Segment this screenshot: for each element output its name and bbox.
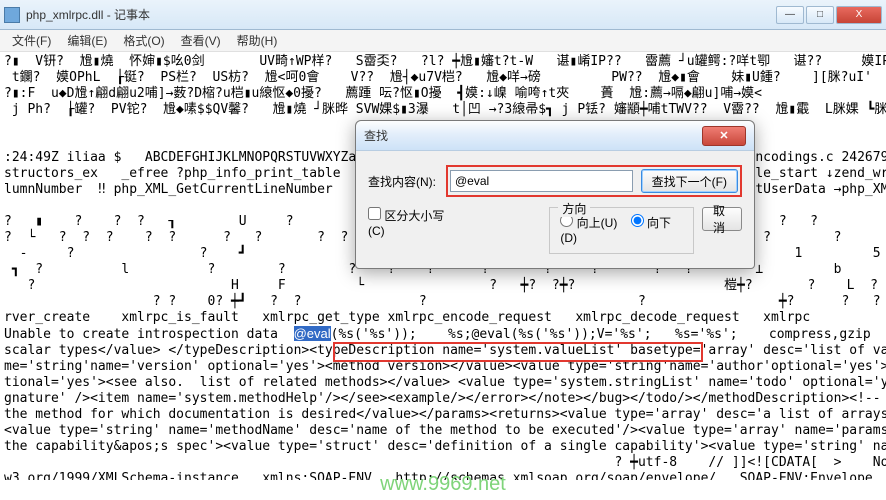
direction-legend: 方向 bbox=[558, 200, 590, 217]
selected-text: @eval bbox=[294, 326, 331, 341]
menu-bar: 文件(F) 编辑(E) 格式(O) 查看(V) 帮助(H) bbox=[0, 30, 886, 52]
close-button[interactable]: X bbox=[836, 6, 882, 24]
find-content-label: 查找内容(N): bbox=[368, 173, 446, 190]
direction-up-option[interactable]: 向上(U) bbox=[560, 216, 617, 230]
direction-down-radio[interactable] bbox=[631, 214, 644, 227]
minimize-button[interactable]: — bbox=[776, 6, 804, 24]
menu-format[interactable]: 格式(O) bbox=[115, 30, 172, 51]
cancel-button[interactable]: 取消 bbox=[702, 207, 742, 231]
find-content-input[interactable] bbox=[450, 170, 633, 192]
menu-view[interactable]: 查看(V) bbox=[173, 30, 229, 51]
menu-edit[interactable]: 编辑(E) bbox=[59, 30, 115, 51]
window-title: php_xmlrpc.dll - 记事本 bbox=[26, 6, 774, 23]
menu-file[interactable]: 文件(F) bbox=[4, 30, 59, 51]
direction-group: 方向 向上(U) 向下(D) bbox=[549, 207, 694, 254]
watermark-text: www.9969.net bbox=[0, 473, 886, 496]
maximize-button[interactable]: □ bbox=[806, 6, 834, 24]
match-case-checkbox[interactable] bbox=[368, 207, 381, 220]
find-dialog: 查找 ✕ 查找内容(N): 查找下一个(F) 区分大小写(C) 方向 向上(U)… bbox=[355, 120, 755, 269]
dialog-title: 查找 bbox=[364, 127, 702, 144]
app-icon bbox=[4, 7, 20, 23]
window-titlebar: php_xmlrpc.dll - 记事本 — □ X bbox=[0, 0, 886, 30]
match-case-option[interactable]: 区分大小写(C) bbox=[368, 209, 444, 238]
menu-help[interactable]: 帮助(H) bbox=[229, 30, 286, 51]
annotation-find-box: 查找下一个(F) bbox=[446, 165, 742, 197]
dialog-titlebar: 查找 ✕ bbox=[356, 121, 754, 151]
dialog-close-button[interactable]: ✕ bbox=[702, 126, 746, 146]
find-next-button[interactable]: 查找下一个(F) bbox=[641, 169, 738, 193]
